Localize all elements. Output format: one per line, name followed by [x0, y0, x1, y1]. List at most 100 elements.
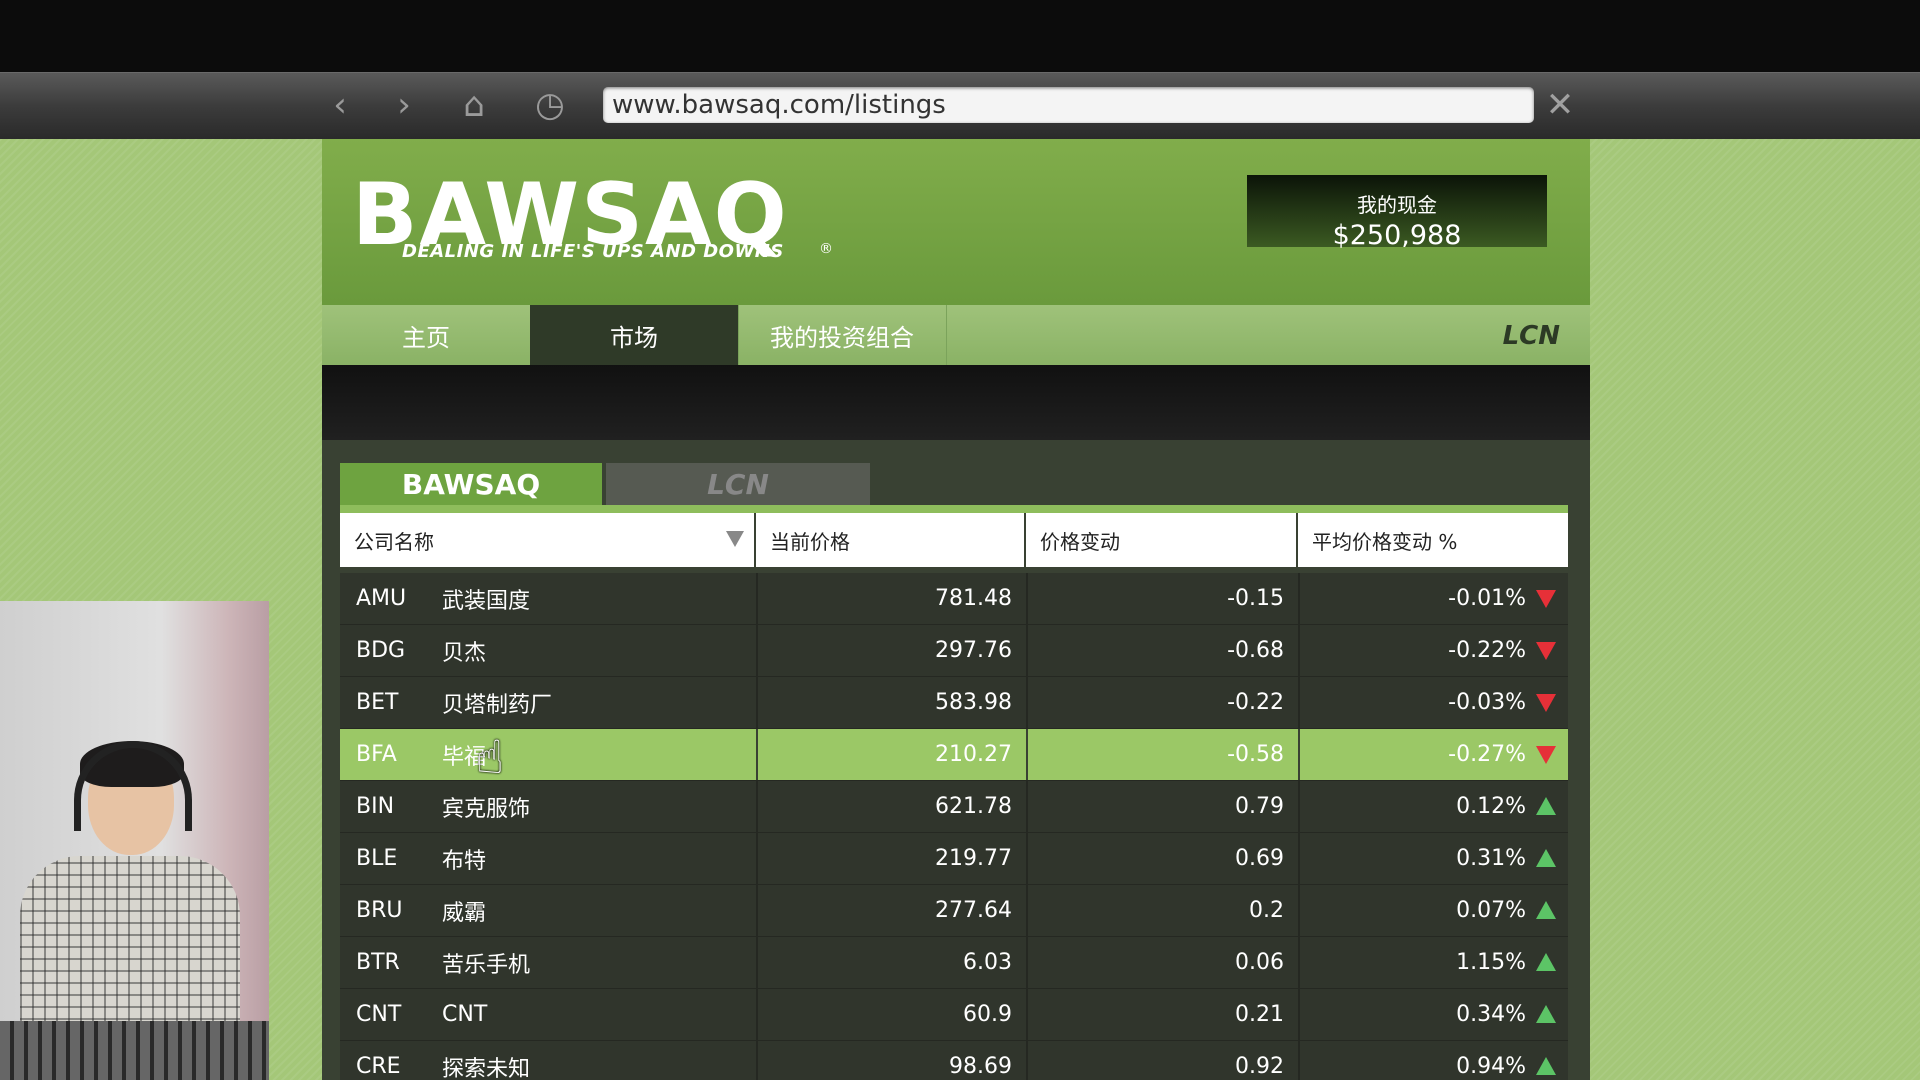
table-header: 公司名称 当前价格 价格变动 平均价格变动 %: [340, 513, 1568, 567]
header-current-price[interactable]: 当前价格: [756, 513, 1026, 567]
avg-change-pct: 0.31%: [1298, 833, 1568, 884]
trend-down-icon: [1536, 590, 1556, 608]
table-row[interactable]: BLE 布特 219.77 0.69 0.31%: [340, 833, 1568, 885]
price-change: 0.69: [1026, 833, 1298, 884]
url-text[interactable]: www.bawsaq.com/listings: [612, 90, 946, 120]
company-name: 探索未知: [442, 1056, 531, 1080]
stock-symbol: BRU: [356, 898, 403, 923]
header-company-name[interactable]: 公司名称: [340, 513, 756, 567]
company-name: 苦乐手机: [442, 952, 531, 978]
trend-up-icon: [1536, 1057, 1556, 1075]
company-name: 贝塔制药厂: [442, 692, 553, 718]
bawsaq-site: BAWSAQ ® DEALING IN LIFE'S UPS AND DOWNS…: [322, 139, 1590, 1080]
table-row[interactable]: BET 贝塔制药厂 583.98 -0.22 -0.03%: [340, 677, 1568, 729]
price-change: -0.68: [1026, 625, 1298, 676]
table-row[interactable]: AMU 武装国度 781.48 -0.15 -0.01%: [340, 573, 1568, 625]
current-price: 219.77: [756, 833, 1026, 884]
header-company-name-label: 公司名称: [354, 529, 434, 554]
webcam-overlay: [0, 601, 269, 1080]
history-icon[interactable]: ◷: [522, 85, 578, 125]
cash-value: $250,988: [1332, 220, 1462, 251]
tagline: DEALING IN LIFE'S UPS AND DOWNS: [402, 241, 784, 262]
avg-change-pct: 0.34%: [1298, 989, 1568, 1040]
table-row[interactable]: CNT CNT 60.9 0.21 0.34%: [340, 989, 1568, 1041]
table-row[interactable]: BIN 宾克服饰 621.78 0.79 0.12%: [340, 781, 1568, 833]
listings-table: AMU 武装国度 781.48 -0.15 -0.01% BDG 贝杰 297.76 -0.68…: [340, 573, 1568, 1080]
stock-symbol: AMU: [356, 586, 407, 611]
stock-symbol: BIN: [356, 794, 395, 819]
forward-icon[interactable]: ›: [382, 85, 426, 125]
registered-mark: ®: [819, 241, 833, 257]
price-change: -0.22: [1026, 677, 1298, 728]
current-price: 98.69: [756, 1041, 1026, 1080]
url-bar[interactable]: www.bawsaq.com/listings: [603, 87, 1534, 123]
stock-symbol: CRE: [356, 1054, 401, 1079]
table-row[interactable]: BRU 威霸 277.64 0.2 0.07%: [340, 885, 1568, 937]
header-avg-change-pct[interactable]: 平均价格变动 %: [1298, 513, 1568, 567]
company-name: 贝杰: [442, 640, 487, 666]
hand-cursor-icon: ☝: [476, 730, 505, 784]
current-price: 6.03: [756, 937, 1026, 988]
home-icon[interactable]: ⌂: [452, 85, 496, 125]
close-icon[interactable]: ✕: [1540, 85, 1580, 125]
company-name: 布特: [442, 848, 487, 874]
price-change: 0.21: [1026, 989, 1298, 1040]
back-icon[interactable]: ‹: [318, 85, 362, 125]
current-price: 583.98: [756, 677, 1026, 728]
current-price: 297.76: [756, 625, 1026, 676]
price-change: -0.15: [1026, 573, 1298, 624]
avg-change-pct: 1.15%: [1298, 937, 1568, 988]
stock-symbol: BTR: [356, 950, 400, 975]
avg-change-pct: -0.03%: [1298, 677, 1568, 728]
sort-arrow-icon[interactable]: [726, 531, 744, 547]
price-change: 0.2: [1026, 885, 1298, 936]
current-price: 277.64: [756, 885, 1026, 936]
table-row[interactable]: BFA 毕福 210.27 -0.58 -0.27%: [340, 729, 1568, 781]
cash-label: 我的现金: [1357, 193, 1437, 217]
avg-change-pct: 0.94%: [1298, 1041, 1568, 1080]
tab-underline: [340, 505, 1568, 513]
company-name: 威霸: [442, 900, 487, 926]
site-header: BAWSAQ ® DEALING IN LIFE'S UPS AND DOWNS…: [322, 139, 1590, 305]
table-row[interactable]: BTR 苦乐手机 6.03 0.06 1.15%: [340, 937, 1568, 989]
tab-lcn-exchange[interactable]: LCN: [606, 463, 870, 505]
avg-change-pct: 0.07%: [1298, 885, 1568, 936]
trend-down-icon: [1536, 642, 1556, 660]
trend-up-icon: [1536, 797, 1556, 815]
trend-up-icon: [1536, 953, 1556, 971]
table-row[interactable]: BDG 贝杰 297.76 -0.68 -0.22%: [340, 625, 1568, 677]
trend-down-icon: [1536, 694, 1556, 712]
price-change: 0.06: [1026, 937, 1298, 988]
tab-portfolio[interactable]: 我的投资组合: [738, 305, 947, 365]
company-name: CNT: [442, 1002, 488, 1027]
lcn-logo[interactable]: LCN: [1503, 321, 1560, 351]
webcam-keyboard: [0, 1021, 269, 1080]
trend-up-icon: [1536, 849, 1556, 867]
trend-up-icon: [1536, 1005, 1556, 1023]
table-row[interactable]: CRE 探索未知 98.69 0.92 0.94%: [340, 1041, 1568, 1080]
current-price: 210.27: [756, 729, 1026, 780]
trend-down-icon: [1536, 746, 1556, 764]
stock-symbol: BLE: [356, 846, 398, 871]
avg-change-pct: -0.27%: [1298, 729, 1568, 780]
company-name: 宾克服饰: [442, 796, 531, 822]
banner-band: [322, 365, 1590, 440]
avg-change-pct: -0.01%: [1298, 573, 1568, 624]
main-nav: 主页 市场 我的投资组合 LCN: [322, 305, 1590, 365]
current-price: 60.9: [756, 989, 1026, 1040]
price-change: 0.92: [1026, 1041, 1298, 1080]
header-price-change[interactable]: 价格变动: [1026, 513, 1298, 567]
tab-home[interactable]: 主页: [322, 305, 531, 365]
cash-panel: 我的现金 $250,988: [1247, 175, 1547, 251]
price-change: -0.58: [1026, 729, 1298, 780]
tab-bawsaq-exchange[interactable]: BAWSAQ: [340, 463, 602, 505]
avg-change-pct: -0.22%: [1298, 625, 1568, 676]
stock-symbol: BET: [356, 690, 399, 715]
company-name: 武装国度: [442, 588, 531, 614]
tab-market[interactable]: 市场: [530, 305, 739, 365]
stock-symbol: BDG: [356, 638, 406, 663]
trend-up-icon: [1536, 901, 1556, 919]
price-change: 0.79: [1026, 781, 1298, 832]
avg-change-pct: 0.12%: [1298, 781, 1568, 832]
current-price: 781.48: [756, 573, 1026, 624]
